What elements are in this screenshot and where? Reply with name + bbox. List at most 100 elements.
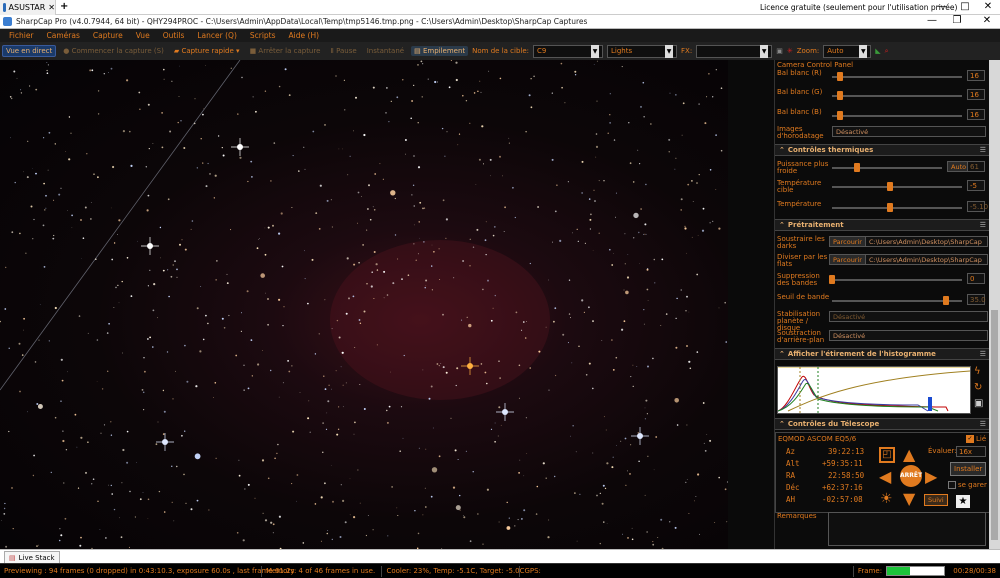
menu-icon[interactable]: ☰ — [980, 146, 986, 154]
menu-outils[interactable]: Outils — [163, 31, 185, 40]
notes-textarea[interactable] — [828, 512, 986, 546]
wb-blue-knob[interactable] — [837, 111, 843, 120]
stop-capture-button[interactable]: ■ Arrêter la capture — [247, 46, 324, 56]
linked-checkbox[interactable]: ✓ — [966, 435, 974, 443]
collapse-icon[interactable]: ⌃ — [779, 221, 785, 229]
banding-slider[interactable] — [832, 279, 962, 281]
collapse-icon[interactable]: ⌃ — [779, 350, 785, 358]
chevron-down-icon[interactable]: ▼ — [859, 44, 868, 58]
reticle-icon[interactable]: ✳ — [787, 47, 793, 55]
zoom-select[interactable]: Auto ▼ — [823, 44, 872, 58]
wb-blue-slider[interactable] — [832, 115, 962, 117]
settings-icon[interactable]: ▣ — [776, 47, 783, 55]
minimize-icon[interactable]: — — [935, 1, 949, 12]
wb-red-value[interactable]: 16 — [967, 70, 985, 81]
start-capture-button[interactable]: ● Commencer la capture (S) — [60, 46, 167, 56]
starfield-image — [0, 60, 728, 549]
wb-green-value[interactable]: 16 — [967, 89, 985, 100]
menu-capture[interactable]: Capture — [93, 31, 123, 40]
live-image-view[interactable] — [0, 60, 728, 549]
banding-threshold-value[interactable]: 35.0 — [967, 294, 986, 305]
panel-scrollbar[interactable] — [989, 60, 1000, 549]
star-icon[interactable]: ★ — [956, 495, 970, 508]
target-name-input[interactable]: C9 ▼ — [533, 44, 604, 58]
arrow-left-icon[interactable]: ◀ — [879, 467, 891, 486]
reset-icon[interactable]: ↻ — [974, 382, 982, 393]
histogram-view[interactable] — [777, 366, 971, 414]
cooler-slider[interactable] — [832, 167, 942, 169]
window-close-icon[interactable]: ✕ — [980, 15, 994, 26]
stabilization-row: Stabilisation planète / disque Désactivé — [777, 311, 988, 332]
chevron-down-icon[interactable]: ▼ — [760, 44, 769, 58]
timestamp-select[interactable]: Désactivé — [832, 126, 986, 137]
menu-scripts[interactable]: Scripts — [250, 31, 276, 40]
maximize-icon[interactable]: □ — [958, 1, 972, 12]
sun-icon[interactable]: ☀ — [880, 491, 893, 507]
menu-icon[interactable]: ☰ — [980, 221, 986, 229]
live-view-button[interactable]: Vue en direct — [2, 45, 57, 57]
telescope-header[interactable]: ⌃ Contrôles du Télescope ☰ — [775, 418, 989, 430]
cooler-knob[interactable] — [854, 163, 860, 172]
close-tab-icon[interactable]: ✕ — [48, 3, 55, 12]
menu-vue[interactable]: Vue — [136, 31, 150, 40]
thermal-header[interactable]: ⌃ Contrôles thermiques ☰ — [775, 144, 989, 156]
scrollbar-thumb[interactable] — [991, 310, 998, 540]
sharpcap-logo-icon — [3, 17, 12, 26]
banding-value[interactable]: 0 — [967, 273, 985, 284]
flats-path-select[interactable]: C:\Users\Admin\Desktop\SharpCap — [865, 254, 988, 265]
target-temp-slider[interactable] — [832, 186, 962, 188]
wb-red-knob[interactable] — [837, 72, 843, 81]
banding-threshold-knob[interactable] — [943, 296, 949, 305]
lightning-icon[interactable]: ϟ — [974, 366, 981, 377]
arrow-right-icon[interactable]: ▶ — [925, 467, 937, 486]
darks-path-select[interactable]: C:\Users\Admin\Desktop\SharpCap — [865, 236, 988, 247]
pause-button[interactable]: Ⅱ Pause — [327, 46, 359, 56]
collapse-icon[interactable]: ⌃ — [779, 146, 785, 154]
flats-browse-button[interactable]: Parcourir — [829, 254, 866, 265]
fx-select[interactable]: ▼ — [696, 44, 773, 58]
install-button[interactable]: Installer — [950, 462, 987, 476]
close-icon[interactable]: ✕ — [981, 1, 995, 12]
toolbar: Vue en direct ● Commencer la capture (S)… — [0, 42, 1000, 60]
histogram-header[interactable]: ⌃ Afficher l'étirement de l'histogramme … — [775, 348, 989, 360]
banding-knob[interactable] — [829, 275, 835, 284]
histogram-tool-icon[interactable]: ◣ — [875, 47, 880, 55]
snapshot-button[interactable]: Instantané — [364, 46, 407, 56]
spiral-search-icon[interactable]: ◰ — [879, 447, 895, 463]
arrow-down-icon[interactable]: ▼ — [903, 489, 915, 508]
stacking-button[interactable]: ▤ Empilement — [411, 46, 469, 56]
rate-select[interactable]: 16x — [956, 446, 986, 457]
bg-subtraction-select[interactable]: Désactivé — [829, 330, 988, 341]
new-tab-button[interactable]: + — [60, 1, 68, 12]
chevron-down-icon[interactable]: ▼ — [591, 44, 600, 58]
menu-cameras[interactable]: Caméras — [47, 31, 80, 40]
window-restore-icon[interactable]: ❐ — [950, 15, 964, 26]
magnifier-icon[interactable]: ⌕ — [885, 47, 889, 56]
target-temp-value[interactable]: -5 — [967, 180, 985, 191]
stabilization-select[interactable]: Désactivé — [829, 311, 988, 322]
arrow-up-icon[interactable]: ▲ — [903, 445, 915, 464]
window-minimize-icon[interactable]: — — [925, 15, 939, 26]
chevron-down-icon[interactable]: ▼ — [665, 44, 674, 58]
park-checkbox[interactable] — [948, 481, 956, 489]
stop-slew-button[interactable]: ARRÊT — [900, 465, 922, 487]
wb-red-slider[interactable] — [832, 76, 962, 78]
menu-lancer[interactable]: Lancer (Q) — [197, 31, 237, 40]
track-button[interactable]: Suivi — [924, 494, 948, 506]
target-temp-knob[interactable] — [887, 182, 893, 191]
preproc-header[interactable]: ⌃ Prétraitement ☰ — [775, 219, 989, 231]
menu-aide[interactable]: Aide (H) — [289, 31, 319, 40]
wb-green-slider[interactable] — [832, 95, 962, 97]
quick-capture-button[interactable]: ▰ Capture rapide ▾ — [171, 46, 243, 56]
darks-browse-button[interactable]: Parcourir — [829, 236, 866, 247]
collapse-icon[interactable]: ⌃ — [779, 420, 785, 428]
browser-tab[interactable]: ASUSTAR ✕ — [0, 0, 56, 15]
save-icon[interactable]: ▣ — [974, 398, 983, 409]
wb-green-knob[interactable] — [837, 91, 843, 100]
wb-blue-value[interactable]: 16 — [967, 109, 985, 120]
menu-fichier[interactable]: Fichier — [9, 31, 34, 40]
menu-icon[interactable]: ☰ — [980, 350, 986, 358]
live-stack-tab[interactable]: ▤ Live Stack — [4, 551, 60, 563]
menu-icon[interactable]: ☰ — [980, 420, 986, 428]
frame-type-select[interactable]: Lights ▼ — [607, 44, 678, 58]
